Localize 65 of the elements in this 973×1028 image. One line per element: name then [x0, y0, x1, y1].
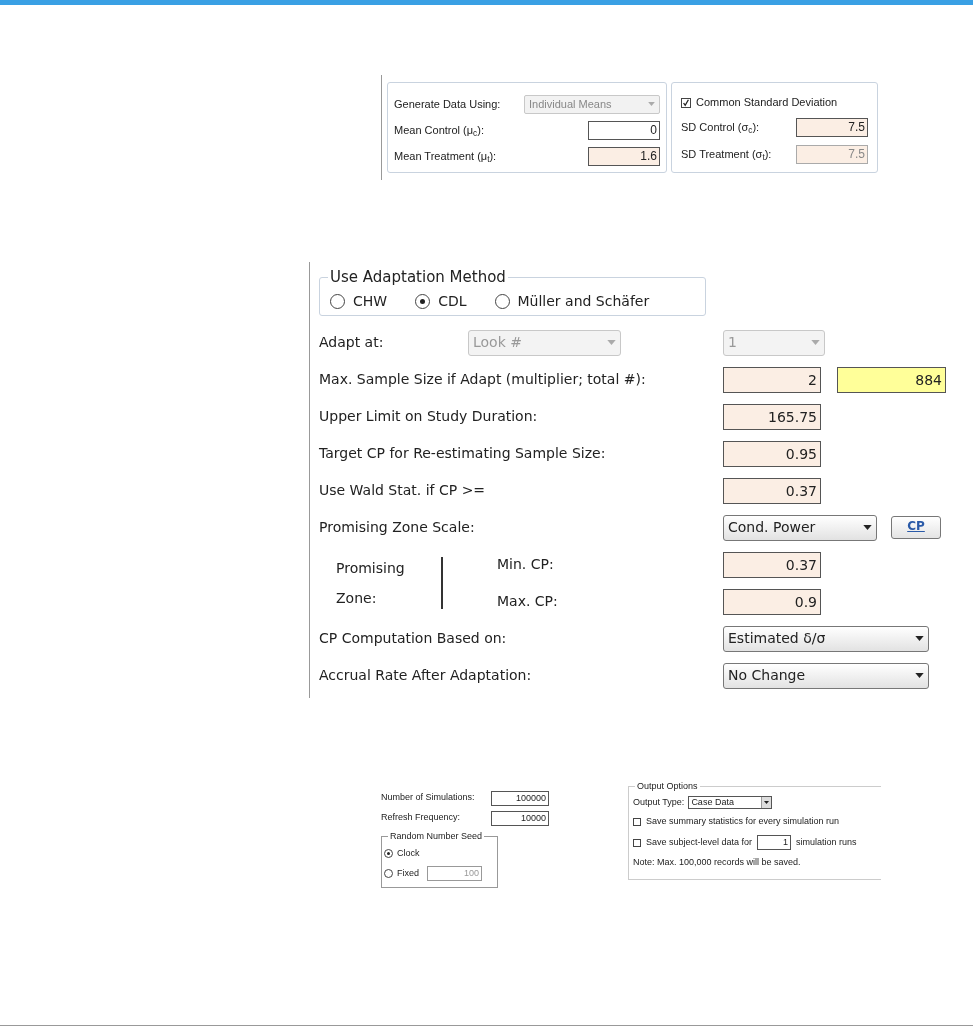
radio-label: Clock: [397, 846, 420, 860]
checkbox-label: Save summary statistics for every simulation run: [646, 815, 840, 829]
group-title: Random Number Seed: [389, 830, 484, 843]
group-label: Promising Zone:: [336, 559, 406, 608]
field-label: Min. CP:: [497, 555, 555, 574]
checkbox[interactable]: [681, 97, 691, 108]
input-field[interactable]: 0.95: [723, 440, 821, 467]
input-field[interactable]: 0.9: [723, 588, 821, 615]
input-field[interactable]: 165.75: [723, 403, 821, 430]
radio-button[interactable]: [330, 294, 345, 310]
field-label: Mean Control (μ$_{c}$):: [394, 122, 484, 139]
field-label: Use Wald Stat. if CP >=: [319, 481, 487, 500]
group-title: Use Adaptation Method: [329, 267, 507, 288]
field-label: Promising Zone Scale:: [319, 518, 476, 537]
caret-icon: [915, 636, 924, 641]
field-label: CP Computation Based on:: [319, 629, 508, 648]
checkbox-label: Common Standard Deviation: [696, 95, 838, 111]
checkbox[interactable]: [633, 838, 641, 847]
checkbox-label: Save subject-level data for: [646, 835, 753, 849]
field-label: Max. CP:: [497, 592, 559, 611]
caret-icon: [607, 340, 616, 345]
dropdown[interactable]: Cond. Power: [723, 514, 877, 541]
radio-label: Fixed: [397, 866, 419, 880]
field-label: Number of Simulations:: [381, 791, 475, 805]
radio-button[interactable]: [384, 849, 393, 858]
caret-icon: [764, 801, 770, 804]
dropdown[interactable]: Estimated δ/σ: [723, 625, 929, 652]
caret-icon: [811, 340, 820, 345]
note-text: Note: Max. 100,000 records will be saved.: [633, 855, 802, 869]
caret-icon: [648, 102, 655, 106]
caret-icon: [915, 673, 924, 678]
field-label: Output Type:: [633, 795, 685, 809]
cp-button[interactable]: CP: [891, 516, 941, 539]
field-label: Upper Limit on Study Duration:: [319, 407, 539, 426]
input-field[interactable]: 2: [723, 366, 821, 393]
input-field[interactable]: 884: [837, 366, 946, 393]
input-field[interactable]: 0.37: [723, 477, 821, 504]
field-label: SD Control (σ$_{c}$):: [681, 120, 760, 136]
radio-label: Müller and Schäfer: [517, 292, 650, 312]
radio-label: CDL: [438, 292, 467, 312]
field-label: Adapt at:: [319, 333, 385, 352]
input-field[interactable]: 7.5: [796, 118, 868, 137]
field-label: Target CP for Re-estimating Sample Size:: [319, 444, 607, 463]
radio-button[interactable]: [494, 294, 510, 310]
field-label: Generate Data Using:: [394, 96, 501, 112]
dropdown[interactable]: No Change: [723, 662, 929, 689]
radio-button[interactable]: [384, 869, 393, 878]
checkbox[interactable]: [633, 818, 641, 826]
field-label: Refresh Frequency:: [381, 811, 461, 825]
field-label: Mean Treatment (μ$_{t}$):: [394, 148, 497, 165]
dropdown[interactable]: Case Data: [688, 796, 773, 809]
caret-icon: [863, 525, 872, 530]
field-label: simulation runs: [796, 835, 857, 849]
radio-button[interactable]: [415, 294, 431, 310]
field-label: Max. Sample Size if Adapt (multiplier; total #):: [319, 370, 647, 389]
input-field[interactable]: 1: [757, 835, 792, 850]
input-field[interactable]: 0.37: [723, 551, 821, 578]
field-label: SD Treatment (σ$_{t}$):: [681, 147, 772, 163]
input-field[interactable]: 10000: [491, 810, 549, 826]
input-field[interactable]: 100000: [491, 790, 549, 806]
field-label: Accrual Rate After Adaptation:: [319, 666, 533, 685]
radio-label: CHW: [353, 292, 388, 312]
group-title: Output Options: [636, 780, 699, 793]
input-field[interactable]: 0: [588, 120, 660, 140]
input-field[interactable]: 1.6: [588, 146, 660, 166]
